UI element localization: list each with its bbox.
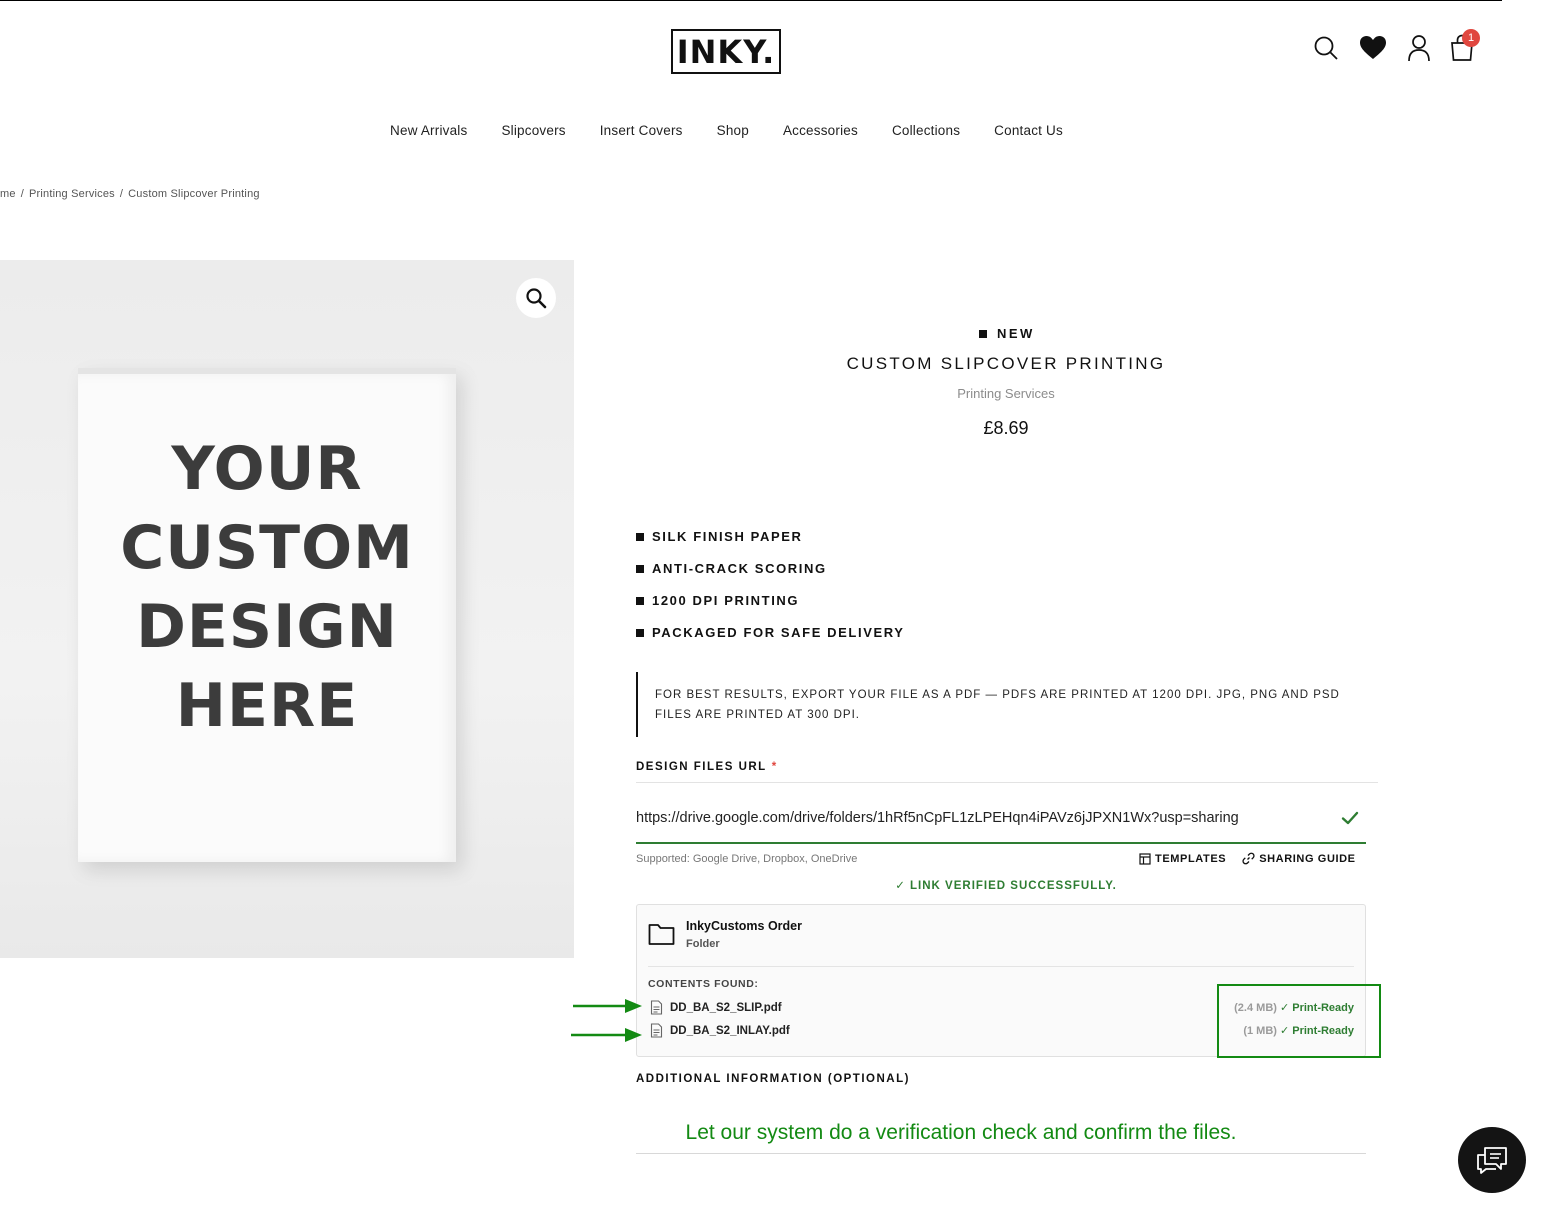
helper-links: TEMPLATES SHARING GUIDE xyxy=(1139,852,1356,865)
additional-information-label: ADDITIONAL INFORMATION (OPTIONAL) xyxy=(636,1073,910,1085)
sharing-guide-link-label: SHARING GUIDE xyxy=(1259,852,1356,865)
link-verified-message: ✓ LINK VERIFIED SUCCESSFULLY. xyxy=(895,880,1117,892)
nav-collections[interactable]: Collections xyxy=(892,123,960,138)
nav-accessories[interactable]: Accessories xyxy=(783,123,858,138)
main-nav: New Arrivals Slipcovers Insert Covers Sh… xyxy=(0,123,1453,138)
breadcrumb-home[interactable]: me xyxy=(0,188,16,200)
document-icon xyxy=(650,1000,663,1015)
nav-slipcovers[interactable]: Slipcovers xyxy=(501,123,565,138)
export-note-text: FOR BEST RESULTS, EXPORT YOUR FILE AS A … xyxy=(655,689,1340,721)
account-user-icon[interactable] xyxy=(1404,33,1434,63)
divider xyxy=(636,782,1378,783)
check-icon xyxy=(1340,808,1360,833)
document-icon xyxy=(650,1023,663,1038)
square-bullet-icon xyxy=(636,564,644,573)
design-files-url-label-text: DESIGN FILES URL xyxy=(636,761,767,773)
panel-divider xyxy=(648,966,1354,967)
feature-label: ANTI-CRACK SCORING xyxy=(652,561,827,576)
site-logo[interactable]: INKY. xyxy=(671,29,781,74)
nav-insert-covers[interactable]: Insert Covers xyxy=(600,123,683,138)
design-files-url-input[interactable] xyxy=(636,806,1336,830)
file-name: DD_BA_S2_INLAY.pdf xyxy=(670,1024,790,1037)
feature-label: PACKAGED FOR SAFE DELIVERY xyxy=(652,625,905,640)
breadcrumb: me / Printing Services / Custom Slipcover Pr… xyxy=(0,188,260,200)
nav-contact-us[interactable]: Contact Us xyxy=(994,123,1063,138)
product-title: CUSTOM SLIPCOVER PRINTING xyxy=(846,354,1166,373)
square-bullet-icon xyxy=(979,329,987,338)
templates-link-label: TEMPLATES xyxy=(1155,852,1227,865)
folder-type: Folder xyxy=(686,938,720,950)
feature-item: SILK FINISH PAPER xyxy=(636,529,802,544)
square-bullet-icon xyxy=(636,596,644,605)
nav-new-arrivals[interactable]: New Arrivals xyxy=(390,123,467,138)
feature-item: PACKAGED FOR SAFE DELIVERY xyxy=(636,625,905,640)
annotation-arrow-icon xyxy=(571,1027,643,1048)
template-grid-icon xyxy=(1139,852,1151,865)
chat-widget-button[interactable] xyxy=(1458,1127,1526,1193)
product-category[interactable]: Printing Services xyxy=(636,386,1376,401)
mockup-line: DESIGN xyxy=(136,592,398,662)
annotation-arrow-icon xyxy=(571,998,643,1019)
top-border xyxy=(0,0,1502,1)
nav-shop[interactable]: Shop xyxy=(717,123,749,138)
mockup-line: CUSTOM xyxy=(120,513,414,583)
sharing-guide-link[interactable]: SHARING GUIDE xyxy=(1242,852,1355,865)
supported-providers-text: Supported: Google Drive, Dropbox, OneDri… xyxy=(636,853,858,865)
url-input-underline xyxy=(636,842,1366,844)
zoom-magnifier-icon[interactable] xyxy=(516,278,556,318)
folder-name: InkyCustoms Order xyxy=(686,919,803,933)
chain-link-icon xyxy=(1242,852,1255,865)
feature-item: 1200 DPI PRINTING xyxy=(636,593,799,608)
contents-found-label: CONTENTS FOUND: xyxy=(648,978,759,990)
square-bullet-icon xyxy=(636,628,644,637)
square-bullet-icon xyxy=(636,532,644,541)
wishlist-heart-icon[interactable] xyxy=(1358,33,1388,63)
required-marker: * xyxy=(771,761,778,773)
cart-count-badge: 1 xyxy=(1462,29,1480,47)
new-badge: NEW xyxy=(979,326,1035,341)
mockup-text: YOUR CUSTOM DESIGN HERE xyxy=(78,430,456,746)
folder-icon xyxy=(648,922,675,951)
feature-item: ANTI-CRACK SCORING xyxy=(636,561,827,576)
annotation-highlight-box xyxy=(1217,984,1381,1058)
file-item: DD_BA_S2_SLIP.pdf xyxy=(650,1000,782,1015)
feature-label: SILK FINISH PAPER xyxy=(652,529,803,544)
breadcrumb-printing-services[interactable]: Printing Services xyxy=(29,188,115,200)
file-item: DD_BA_S2_INLAY.pdf xyxy=(650,1023,790,1038)
search-icon[interactable] xyxy=(1311,33,1341,63)
templates-link[interactable]: TEMPLATES xyxy=(1139,852,1226,865)
breadcrumb-current: Custom Slipcover Printing xyxy=(128,188,260,200)
mockup-line: YOUR xyxy=(171,434,363,504)
mockup-line: HERE xyxy=(175,671,359,741)
new-badge-label: NEW xyxy=(997,326,1035,341)
product-price: £8.69 xyxy=(983,418,1029,438)
chat-bubbles-icon xyxy=(1477,1147,1507,1174)
design-files-url-label: DESIGN FILES URL * xyxy=(636,761,778,773)
additional-info-underline[interactable] xyxy=(636,1153,1366,1154)
annotation-caption: Let our system do a verification check a… xyxy=(685,1121,1237,1144)
feature-label: 1200 DPI PRINTING xyxy=(652,593,800,608)
file-name: DD_BA_S2_SLIP.pdf xyxy=(670,1001,782,1014)
